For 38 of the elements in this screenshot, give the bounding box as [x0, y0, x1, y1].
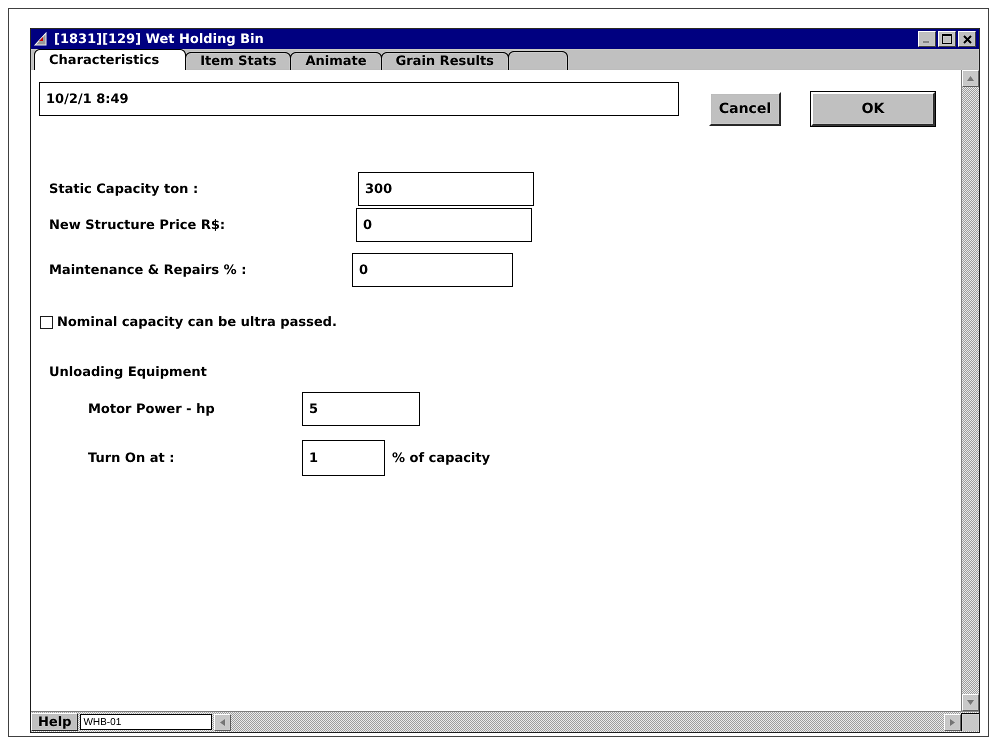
- close-icon: [962, 34, 972, 44]
- scroll-up-button[interactable]: [962, 70, 979, 87]
- input-field[interactable]: 300: [358, 172, 534, 206]
- input-field[interactable]: 0: [352, 253, 513, 287]
- tab[interactable]: Characteristics: [34, 49, 186, 70]
- maximize-button[interactable]: [938, 31, 956, 47]
- unit-label: % of capacity: [392, 450, 490, 466]
- timestamp-field[interactable]: 10/2/1 8:49: [39, 82, 679, 116]
- maximize-icon: [942, 34, 952, 44]
- input-field[interactable]: 1: [302, 440, 385, 476]
- help-button[interactable]: Help: [31, 713, 78, 731]
- section-heading: Unloading Equipment: [49, 365, 208, 380]
- up-arrow-icon: [967, 76, 974, 81]
- cancel-button[interactable]: Cancel: [709, 92, 781, 126]
- field-label: New Structure Price R$:: [49, 218, 226, 232]
- window-title: [1831][129] Wet Holding Bin: [54, 32, 264, 46]
- scroll-left-button[interactable]: [214, 714, 232, 730]
- scroll-right-button[interactable]: [944, 714, 961, 730]
- minimize-button[interactable]: [918, 31, 936, 47]
- input-field[interactable]: 0: [356, 208, 532, 242]
- right-arrow-icon: [950, 718, 955, 726]
- close-button[interactable]: [958, 31, 976, 47]
- down-arrow-icon: [967, 700, 974, 705]
- resize-grip[interactable]: [961, 713, 979, 731]
- field-label: Maintenance & Repairs % :: [49, 262, 248, 278]
- field-label: Motor Power - hp: [88, 402, 216, 416]
- ok-button[interactable]: OK: [811, 92, 935, 126]
- blank-tab[interactable]: [508, 51, 568, 70]
- app-icon: [34, 32, 48, 46]
- field-label: Static Capacity ton :: [49, 182, 200, 196]
- left-arrow-icon: [220, 718, 226, 726]
- input-field[interactable]: 5: [302, 392, 420, 426]
- checkbox[interactable]: [40, 316, 53, 329]
- code-field[interactable]: WHB-01: [80, 714, 212, 730]
- vertical-scrollbar[interactable]: [961, 70, 979, 711]
- scroll-down-button[interactable]: [962, 694, 979, 711]
- checkbox-label: Nominal capacity can be ultra passed.: [57, 315, 337, 330]
- field-label: Turn On at :: [88, 450, 176, 466]
